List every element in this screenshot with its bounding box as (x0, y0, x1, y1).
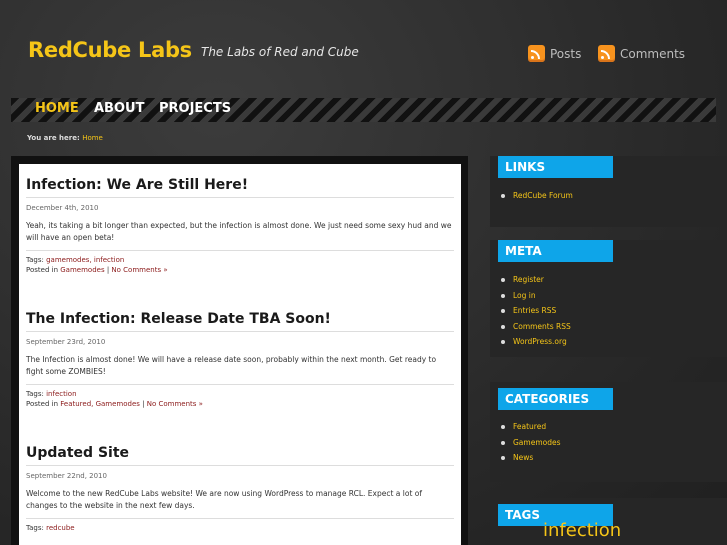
sidebar-link-wordpress[interactable]: WordPress.org (501, 334, 571, 350)
tag-links[interactable]: gamemodes, infection (46, 256, 124, 264)
post-meta: Tags: gamemodes, infection Posted in Gam… (26, 250, 454, 275)
widget-title: LINKS (498, 156, 613, 178)
post: Updated Site September 22nd, 2010 Welcom… (26, 445, 454, 533)
posted-in-label: Posted in (26, 266, 59, 274)
sidebar-link-comments-rss[interactable]: Comments RSS (501, 319, 571, 335)
post-title-link[interactable]: Infection: We Are Still Here! (26, 177, 454, 193)
comments-link[interactable]: No Comments » (111, 266, 167, 274)
post: The Infection: Release Date TBA Soon! Se… (26, 311, 454, 409)
category-links[interactable]: Gamemodes (60, 266, 104, 274)
tag-links[interactable]: infection (46, 390, 76, 398)
sidebar-link-redcube-forum[interactable]: RedCube Forum (501, 188, 573, 204)
post-title-link[interactable]: Updated Site (26, 445, 454, 461)
divider (26, 197, 454, 198)
tags-label: Tags: (26, 390, 44, 398)
widget-title: META (498, 240, 613, 262)
sidebar-category-gamemodes[interactable]: Gamemodes (501, 435, 561, 451)
sidebar-link-login[interactable]: Log in (501, 288, 571, 304)
post-date: September 23rd, 2010 (26, 338, 106, 346)
post-excerpt: Yeah, its taking a bit longer than expec… (26, 221, 452, 242)
post-meta: Tags: redcube (26, 518, 454, 533)
content-area: Infection: We Are Still Here! December 4… (11, 156, 468, 545)
categories-widget: CATEGORIES Featured Gamemodes News (490, 382, 727, 482)
rss-icon (528, 45, 545, 62)
meta-list: Register Log in Entries RSS Comments RSS… (501, 272, 571, 350)
posts-list: Infection: We Are Still Here! December 4… (19, 164, 461, 545)
main-navigation: HOME ABOUT PROJECTS (11, 98, 716, 122)
sidebar-link-entries-rss[interactable]: Entries RSS (501, 303, 571, 319)
divider (26, 331, 454, 332)
nav-about[interactable]: ABOUT (94, 101, 144, 116)
breadcrumb-home-link[interactable]: Home (82, 134, 103, 142)
links-widget: LINKS RedCube Forum (490, 156, 727, 227)
breadcrumb-prefix: You are here: (27, 134, 80, 142)
tags-label: Tags: (26, 524, 44, 532)
tags-widget: TAGS infection (490, 498, 727, 545)
sidebar-category-featured[interactable]: Featured (501, 419, 561, 435)
post-meta: Tags: infection Posted in Featured, Game… (26, 384, 454, 409)
post-title-link[interactable]: The Infection: Release Date TBA Soon! (26, 311, 454, 327)
post: Infection: We Are Still Here! December 4… (26, 177, 454, 275)
tag-links[interactable]: redcube (46, 524, 75, 532)
post-date: December 4th, 2010 (26, 204, 99, 212)
divider (26, 465, 454, 466)
comments-feed-link[interactable]: Comments (598, 45, 685, 62)
nav-projects[interactable]: PROJECTS (159, 101, 231, 116)
links-list: RedCube Forum (501, 188, 573, 204)
comments-link[interactable]: No Comments » (147, 400, 203, 408)
post-date: September 22nd, 2010 (26, 472, 107, 480)
post-excerpt: Welcome to the new RedCube Labs website!… (26, 489, 422, 510)
feed-label: Posts (550, 46, 582, 61)
sidebar-link-register[interactable]: Register (501, 272, 571, 288)
sidebar-category-news[interactable]: News (501, 450, 561, 466)
site-tagline: The Labs of Red and Cube (201, 45, 359, 59)
rss-icon (598, 45, 615, 62)
widget-title: CATEGORIES (498, 388, 613, 410)
feed-label: Comments (620, 46, 686, 61)
post-excerpt: The Infection is almost done! We will ha… (26, 355, 437, 376)
meta-widget: META Register Log in Entries RSS Comment… (490, 240, 727, 357)
site-title[interactable]: RedCube Labs (28, 38, 192, 62)
tag-cloud-item[interactable]: infection (543, 520, 621, 541)
posted-in-label: Posted in (26, 400, 59, 408)
tags-label: Tags: (26, 256, 44, 264)
site-header: RedCube Labs The Labs of Red and Cube Po… (0, 0, 727, 96)
posts-feed-link[interactable]: Posts (528, 45, 581, 62)
categories-list: Featured Gamemodes News (501, 419, 561, 466)
category-links[interactable]: Featured, Gamemodes (60, 400, 140, 408)
nav-home[interactable]: HOME (35, 101, 79, 116)
breadcrumb: You are here: Home (27, 134, 103, 142)
